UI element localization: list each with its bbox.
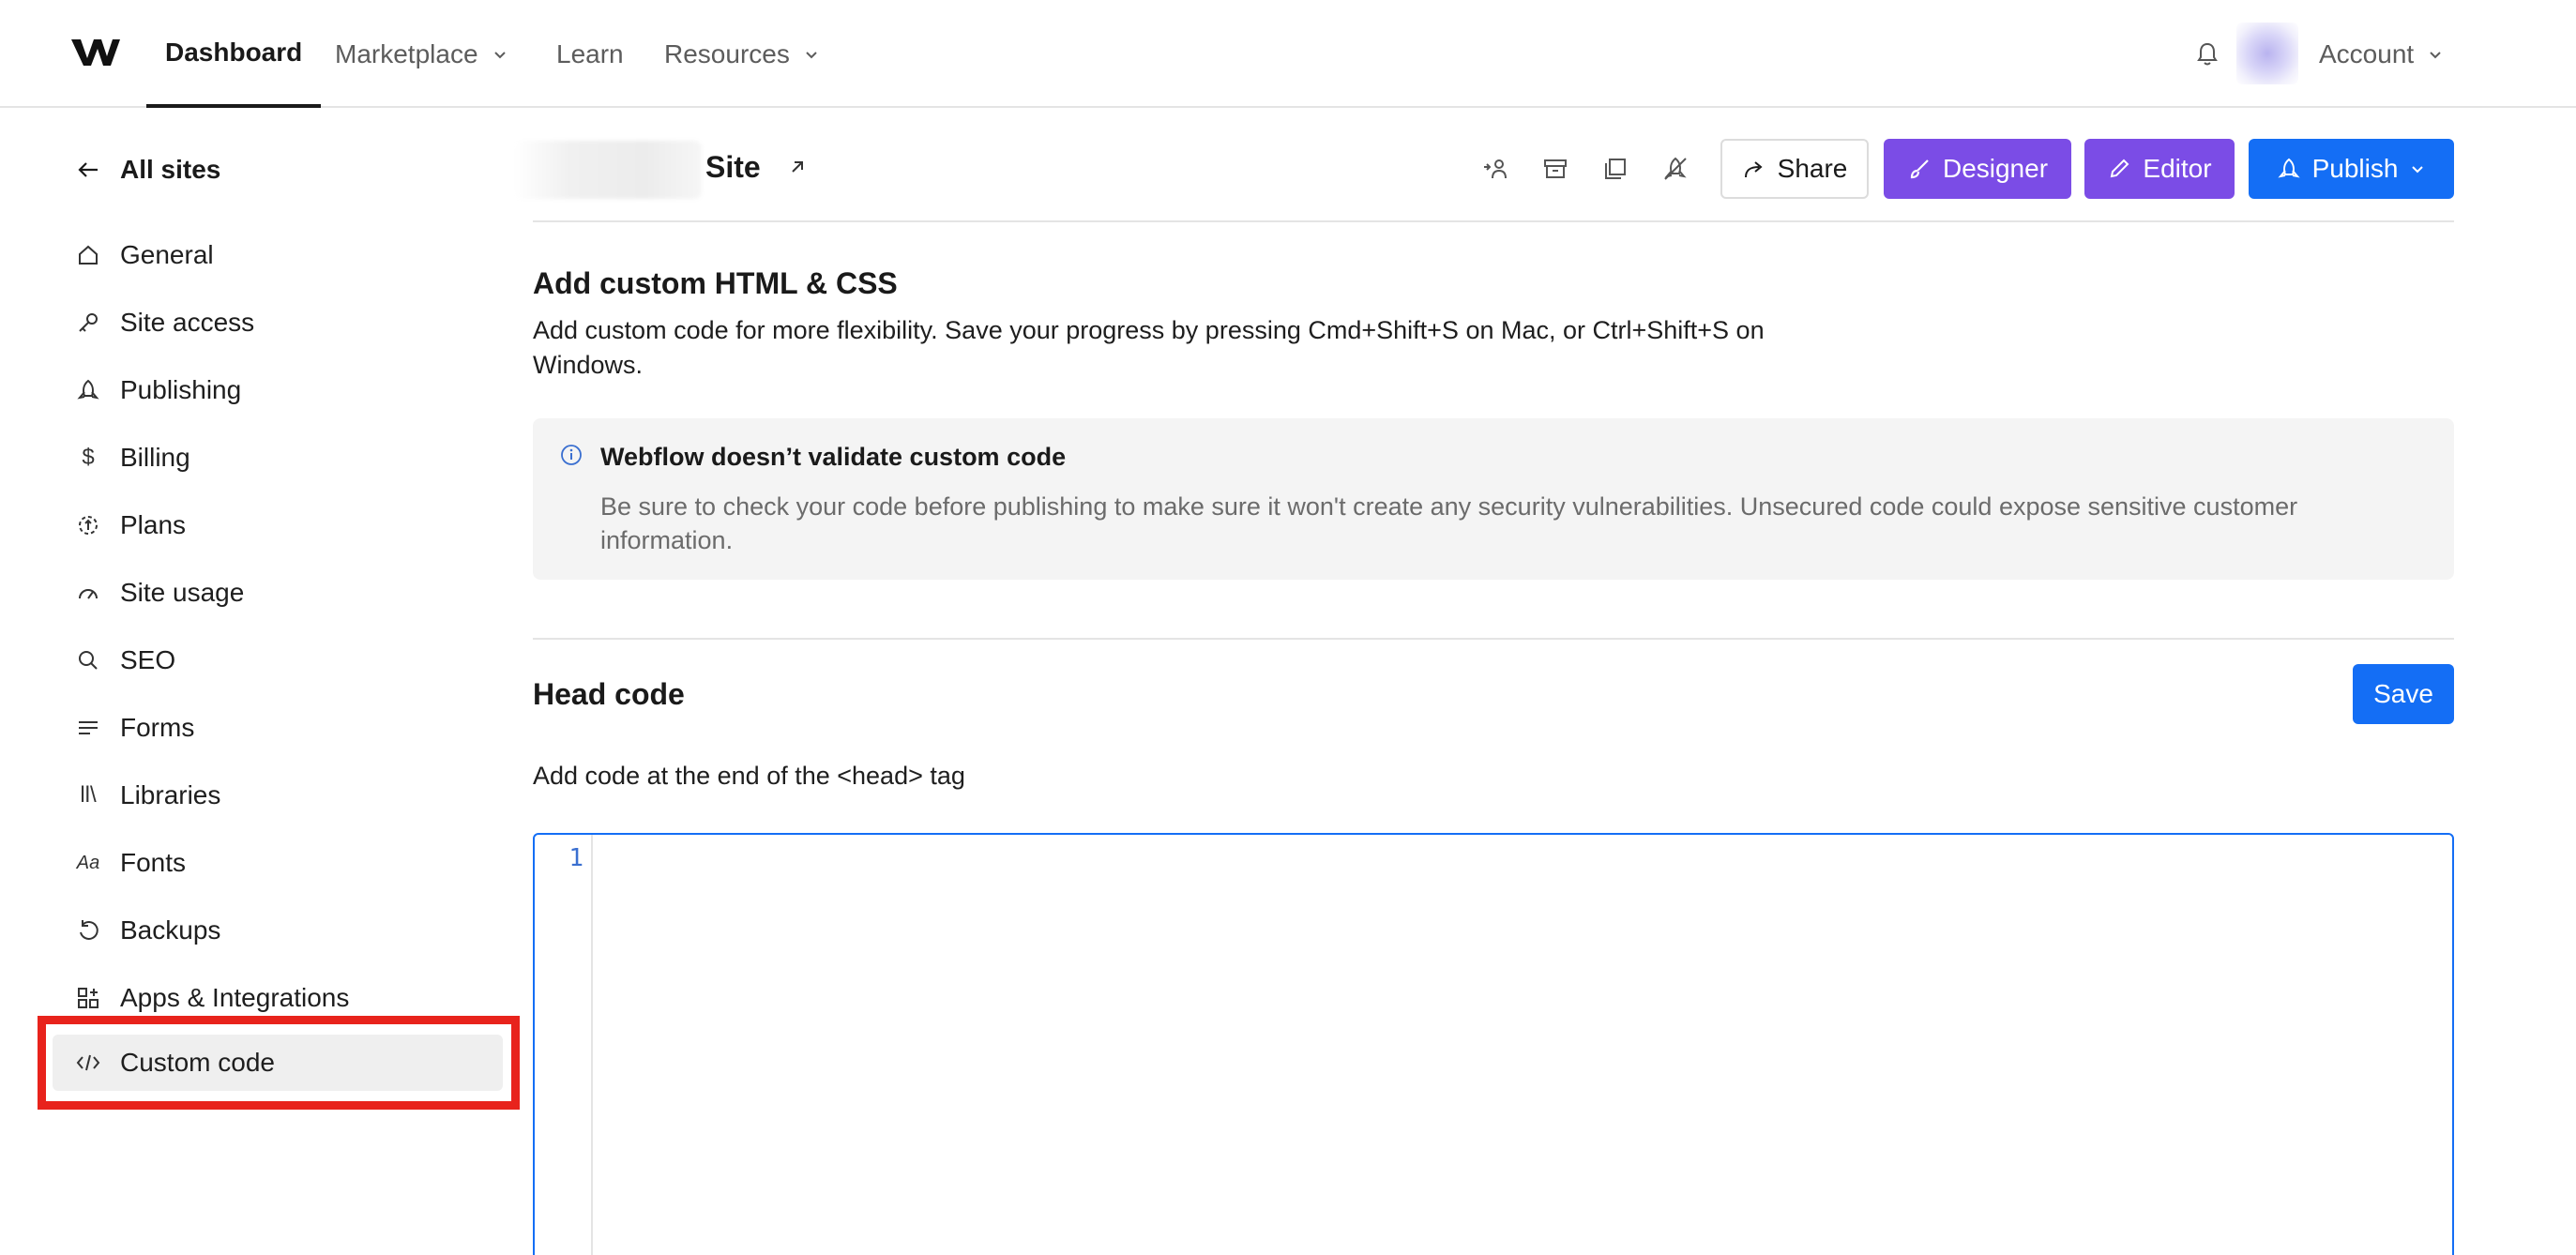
sidebar-item-label: Site usage	[120, 578, 245, 607]
sidebar-item-label: Apps & Integrations	[120, 983, 350, 1012]
home-icon	[75, 242, 101, 268]
sidebar-item-label: Forms	[120, 713, 195, 742]
designer-label: Designer	[1942, 154, 2049, 183]
duplicate-icon[interactable]	[1600, 154, 1630, 184]
publish-label: Publish	[2311, 154, 2399, 183]
head-code-title: Head code	[533, 677, 685, 711]
bell-icon[interactable]	[2193, 39, 2221, 68]
sidebar-item-label: Backups	[120, 915, 221, 945]
sidebar-item-label: Site access	[120, 308, 255, 337]
site-name-redacted	[514, 141, 702, 199]
libraries-icon: ll\	[80, 782, 97, 808]
sidebar-item-plans[interactable]: Plans	[53, 497, 503, 553]
head-code-editor[interactable]: 1	[533, 833, 2454, 1255]
sidebar-item-publishing[interactable]: Publishing	[53, 362, 503, 418]
divider	[533, 638, 2454, 640]
highlight-box	[38, 1016, 520, 1110]
transfer-icon[interactable]	[1480, 154, 1510, 184]
archive-icon[interactable]	[1540, 154, 1570, 184]
line-number: 1	[568, 844, 583, 872]
designer-button[interactable]: Designer	[1884, 139, 2071, 199]
sidebar-item-billing[interactable]: $ Billing	[53, 430, 503, 486]
search-icon	[75, 647, 101, 673]
rocket-icon	[2277, 158, 2300, 178]
top-nav: Dashboard Marketplace Learn Resources Ac…	[0, 0, 2576, 108]
sidebar-item-label: Billing	[120, 443, 190, 472]
key-icon	[75, 310, 101, 336]
site-name: Site	[705, 150, 761, 184]
nav-learn[interactable]: Learn	[556, 0, 624, 108]
rocket-icon	[75, 377, 101, 403]
account-menu[interactable]: Account	[2319, 0, 2444, 108]
chevron-down-icon	[493, 51, 506, 58]
nav-dashboard-label: Dashboard	[165, 37, 303, 67]
sidebar-item-label: General	[120, 240, 214, 269]
sidebar-item-general[interactable]: General	[53, 227, 503, 283]
all-sites-label: All sites	[120, 155, 221, 184]
plans-icon	[75, 512, 101, 538]
avatar[interactable]	[2236, 23, 2298, 84]
chevron-down-icon	[2412, 166, 2424, 174]
account-label: Account	[2319, 38, 2415, 68]
nav-marketplace[interactable]: Marketplace	[335, 0, 508, 108]
sidebar-item-label: Publishing	[120, 375, 242, 404]
pencil-icon	[2111, 159, 2129, 178]
editor-button[interactable]: Editor	[2084, 139, 2235, 199]
sidebar-item-label: Fonts	[120, 848, 187, 877]
arrow-left-icon	[78, 162, 98, 177]
share-icon	[1744, 161, 1763, 178]
forms-icon	[75, 715, 101, 741]
section-title: Add custom HTML & CSS	[533, 266, 898, 300]
apps-icon	[75, 985, 101, 1011]
all-sites-link[interactable]: All sites	[75, 155, 220, 185]
section-description: Add custom code for more flexibility. Sa…	[533, 316, 1765, 379]
info-icon	[561, 445, 582, 465]
dollar-icon: $	[82, 445, 95, 470]
nav-resources-label: Resources	[664, 38, 790, 68]
chevron-down-icon	[806, 51, 817, 58]
nav-learn-label: Learn	[556, 38, 624, 68]
brush-icon	[1910, 159, 1929, 179]
sidebar-item-label: Plans	[120, 510, 187, 539]
sidebar-item-backups[interactable]: Backups	[53, 902, 503, 959]
sidebar-item-label: SEO	[120, 645, 176, 674]
notice-title: Webflow doesn’t validate custom code	[600, 443, 1067, 471]
share-button[interactable]: Share	[1720, 139, 1869, 199]
share-label: Share	[1777, 154, 1848, 183]
sidebar-item-forms[interactable]: Forms	[53, 700, 503, 756]
line-gutter: 1	[535, 835, 593, 1255]
webflow-logo[interactable]	[71, 36, 120, 69]
sidebar-item-site-access[interactable]: Site access	[53, 295, 503, 351]
sidebar-item-libraries[interactable]: ll\ Libraries	[53, 767, 503, 824]
warning-notice: Webflow doesn’t validate custom code Be …	[533, 418, 2454, 580]
sidebar-item-seo[interactable]: SEO	[53, 632, 503, 688]
divider	[533, 220, 2454, 222]
notice-body: Be sure to check your code before publis…	[600, 492, 2298, 554]
chevron-down-icon	[2430, 51, 2441, 58]
sidebar-item-fonts[interactable]: Aa Fonts	[53, 835, 503, 891]
nav-marketplace-label: Marketplace	[335, 38, 478, 68]
fonts-icon: Aa	[76, 852, 100, 873]
unpublish-icon[interactable]	[1660, 154, 1690, 184]
editor-label: Editor	[2143, 154, 2212, 183]
save-button[interactable]: Save	[2353, 664, 2454, 724]
sidebar-item-label: Libraries	[120, 780, 221, 809]
backup-icon	[75, 917, 101, 944]
sidebar-item-site-usage[interactable]: Site usage	[53, 565, 503, 621]
nav-resources[interactable]: Resources	[664, 0, 820, 108]
external-link-icon[interactable]	[786, 156, 809, 178]
nav-dashboard[interactable]: Dashboard	[146, 0, 322, 108]
publish-button[interactable]: Publish	[2249, 139, 2454, 199]
head-code-subtitle: Add code at the end of the <head> tag	[533, 762, 965, 790]
gauge-icon	[75, 580, 101, 606]
